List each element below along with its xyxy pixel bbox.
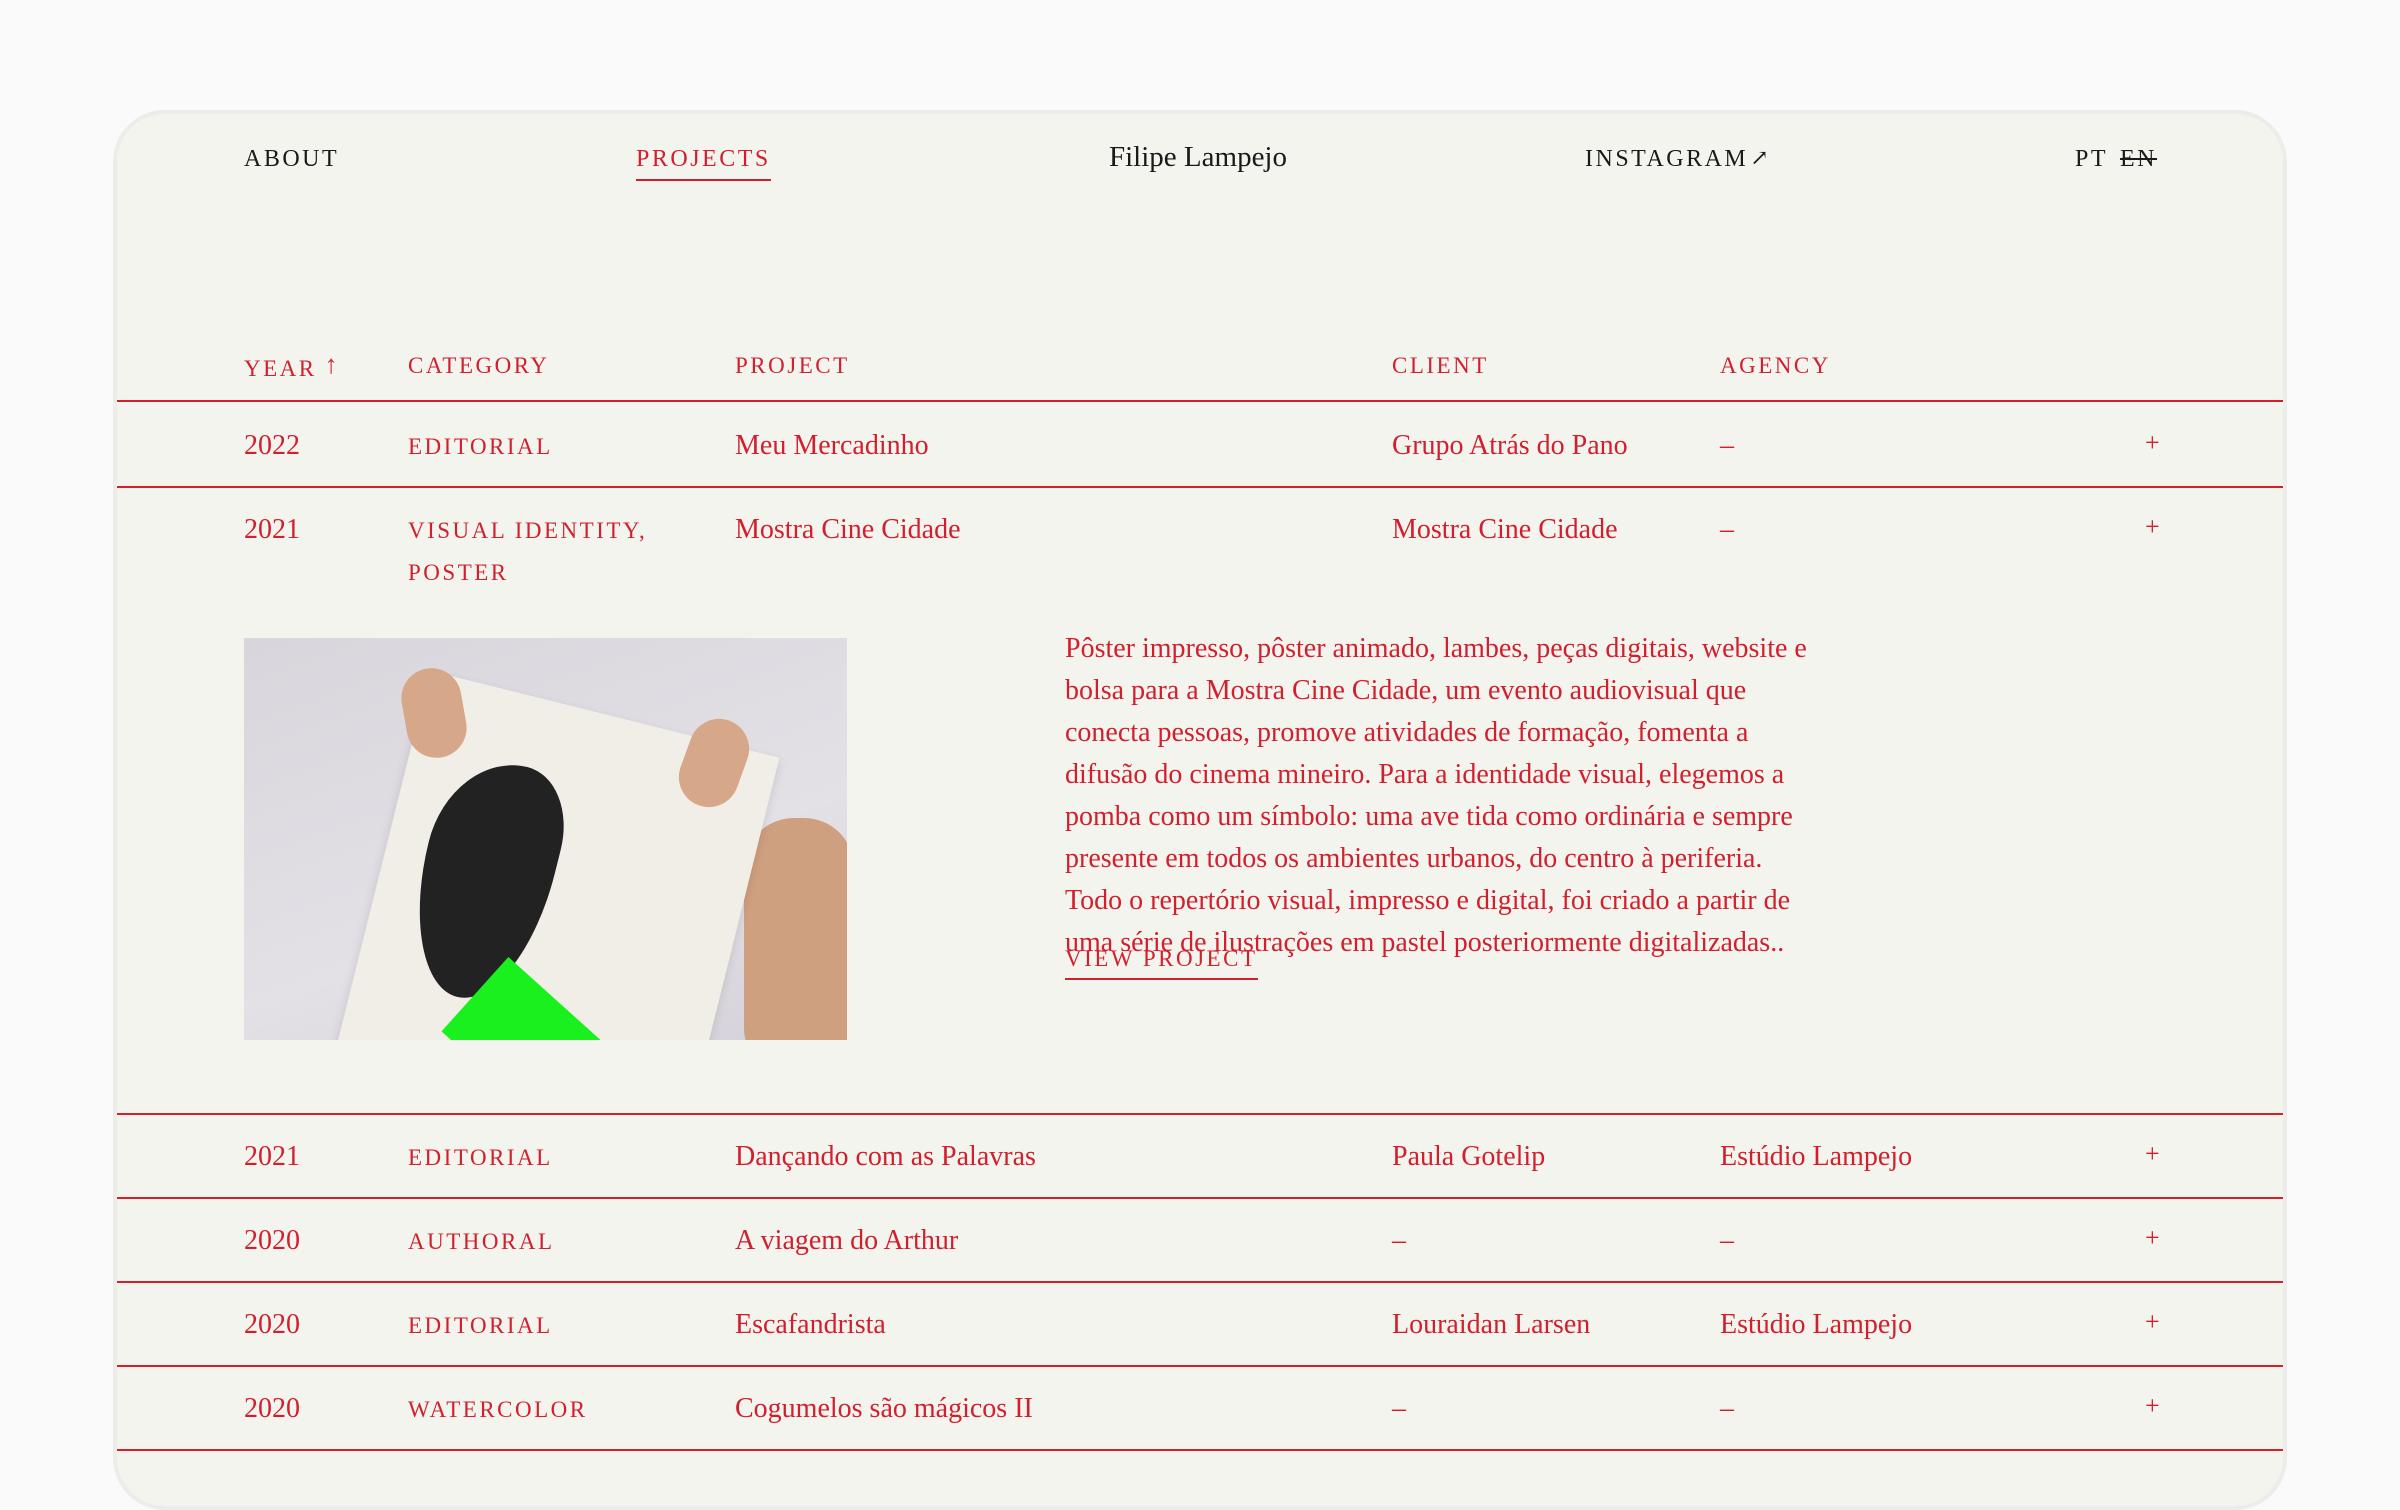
row-category: Editorial xyxy=(408,1145,553,1170)
table-row[interactable]: 2020 Watercolor Cogumelos são mágicos II… xyxy=(117,1367,2283,1451)
row-agency: Estúdio Lampejo xyxy=(1720,1309,1913,1340)
expand-plus-icon[interactable]: + xyxy=(2145,1391,2160,1421)
nav-about-link[interactable]: About xyxy=(244,146,339,173)
row-category-line2: Poster xyxy=(408,560,509,585)
lang-en-option[interactable]: EN xyxy=(2120,146,2157,172)
header-agency[interactable]: Agency xyxy=(1720,353,1831,379)
row-category: Authoral xyxy=(408,1229,555,1254)
row-project: Mostra Cine Cidade xyxy=(735,514,961,545)
table-row[interactable]: 2022 Editorial Meu Mercadinho Grupo Atrá… xyxy=(117,404,2283,488)
thumbnail-arm xyxy=(744,818,847,1040)
nav-instagram-link[interactable]: Instagram↗ xyxy=(1585,145,1772,173)
header-year-label: Year xyxy=(244,356,317,381)
header-client[interactable]: Client xyxy=(1392,353,1489,379)
table-row-expanded[interactable]: 2021 Visual Identity, Poster Mostra Cine … xyxy=(117,488,2283,1115)
row-category-line1: Visual Identity, xyxy=(408,518,648,543)
row-year: 2020 xyxy=(244,1393,300,1424)
row-agency: – xyxy=(1720,430,1734,461)
row-agency: Estúdio Lampejo xyxy=(1720,1141,1913,1172)
nav-projects-link[interactable]: Projects xyxy=(636,146,771,181)
instagram-label: Instagram xyxy=(1585,146,1749,172)
row-client: – xyxy=(1392,1225,1406,1256)
view-project-link[interactable]: View Project xyxy=(1065,946,1258,980)
project-description: Pôster impresso, pôster animado, lambes,… xyxy=(1065,633,1807,958)
table-row[interactable]: 2020 Authoral A viagem do Arthur – – + xyxy=(117,1199,2283,1283)
row-year: 2020 xyxy=(244,1225,300,1256)
header-category[interactable]: Category xyxy=(408,353,549,379)
browser-window: About Projects Filipe Lampejo Instagram↗… xyxy=(113,110,2287,1510)
sort-ascending-icon: ↑ xyxy=(324,350,341,379)
expand-plus-icon[interactable]: + xyxy=(2145,1223,2160,1253)
row-project: A viagem do Arthur xyxy=(735,1225,959,1256)
row-category: Editorial xyxy=(408,1313,553,1338)
row-project: Cogumelos são mágicos II xyxy=(735,1393,1033,1424)
header-project[interactable]: Project xyxy=(735,353,850,379)
row-project: Dançando com as Palavras xyxy=(735,1141,1036,1172)
row-category: Visual Identity, Poster xyxy=(408,510,647,594)
row-year: 2021 xyxy=(244,1141,300,1172)
row-client: Louraidan Larsen xyxy=(1392,1309,1591,1340)
row-year: 2020 xyxy=(244,1309,300,1340)
header-year-sort[interactable]: Year ↑ xyxy=(244,350,341,383)
expand-plus-icon[interactable]: + xyxy=(2145,1139,2160,1169)
brand-name[interactable]: Filipe Lampejo xyxy=(1109,141,1287,174)
lang-pt-option[interactable]: PT xyxy=(2075,146,2108,172)
language-switcher: PT EN xyxy=(2075,146,2157,173)
row-client: – xyxy=(1392,1393,1406,1424)
row-client: Mostra Cine Cidade xyxy=(1392,514,1618,545)
table-header: Year ↑ Category Project Client Agency xyxy=(117,342,2283,402)
row-project: Meu Mercadinho xyxy=(735,430,929,461)
row-year: 2022 xyxy=(244,430,300,461)
table-row[interactable]: 2021 Editorial Dançando com as Palavras … xyxy=(117,1115,2283,1199)
row-client: Grupo Atrás do Pano xyxy=(1392,430,1628,461)
row-year: 2021 xyxy=(244,514,300,545)
table-row[interactable]: 2020 Editorial Escafandrista Louraidan L… xyxy=(117,1283,2283,1367)
row-agency: – xyxy=(1720,514,1734,545)
expand-plus-icon[interactable]: + xyxy=(2145,512,2160,542)
pigeon-illustration xyxy=(393,748,579,1013)
expand-plus-icon[interactable]: + xyxy=(2145,1307,2160,1337)
top-nav: About Projects Filipe Lampejo Instagram↗… xyxy=(117,114,2283,234)
row-category: Editorial xyxy=(408,434,553,459)
row-agency: – xyxy=(1720,1393,1734,1424)
project-thumbnail[interactable] xyxy=(244,638,847,1040)
row-project: Escafandrista xyxy=(735,1309,886,1340)
row-category: Watercolor xyxy=(408,1397,588,1422)
expand-plus-icon[interactable]: + xyxy=(2145,428,2160,458)
external-arrow-icon: ↗ xyxy=(1750,145,1772,170)
row-agency: – xyxy=(1720,1225,1734,1256)
row-client: Paula Gotelip xyxy=(1392,1141,1546,1172)
